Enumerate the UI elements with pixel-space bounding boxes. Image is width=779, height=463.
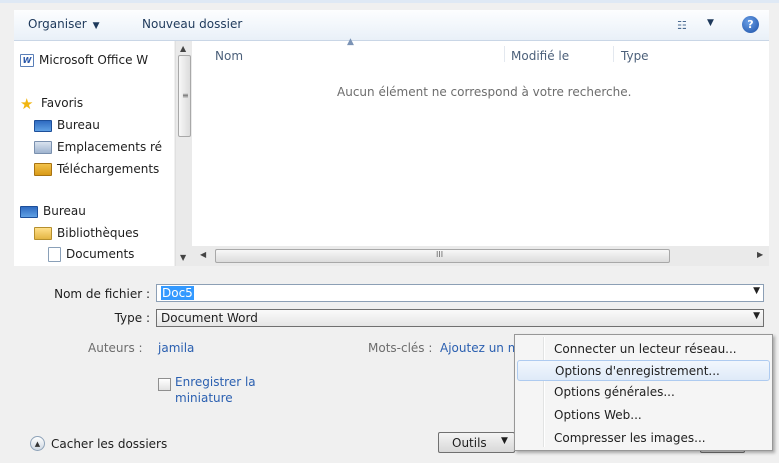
nav-item-label: Bureau: [57, 118, 100, 132]
nav-item-label: Microsoft Office W: [39, 53, 149, 67]
menu-item-label: Options générales...: [554, 385, 675, 399]
document-icon: [48, 247, 61, 262]
menu-item-label: Connecter un lecteur réseau...: [554, 342, 737, 356]
nav-item-label: Bureau: [43, 204, 86, 218]
tools-menu: Connecter un lecteur réseau... Options d…: [514, 334, 773, 451]
navigation-pane: W Microsoft Office W ★ Favoris Bureau Empl…: [14, 41, 174, 266]
authors-label: Auteurs :: [88, 341, 143, 355]
chevron-down-icon[interactable]: ▼: [753, 311, 760, 321]
filename-label: Nom de fichier :: [54, 287, 150, 301]
file-list-horizontal-scrollbar[interactable]: ◀ III ▶: [192, 246, 769, 266]
scrollbar-thumb[interactable]: III: [215, 249, 670, 263]
scroll-left-arrow-icon[interactable]: ◀: [200, 250, 206, 259]
column-header-modified[interactable]: Modifié le: [511, 49, 569, 63]
recent-places-icon: [34, 141, 52, 154]
file-type-value: Document Word: [161, 311, 258, 325]
column-header-type[interactable]: Type: [621, 49, 649, 63]
office-icon: W: [20, 54, 34, 67]
nav-item-downloads[interactable]: Téléchargements: [34, 159, 159, 179]
downloads-icon: [34, 163, 52, 176]
nav-item-libraries[interactable]: Bibliothèques: [34, 223, 139, 243]
filename-selected-text: Doc5: [161, 286, 194, 300]
save-thumbnail-label[interactable]: Enregistrer la miniature: [175, 374, 256, 406]
column-divider[interactable]: [613, 46, 614, 62]
filename-value: Doc5: [161, 286, 194, 300]
nav-item-documents[interactable]: Documents: [48, 244, 134, 264]
scroll-down-arrow-icon[interactable]: ▼: [180, 253, 186, 262]
keywords-label: Mots-clés :: [368, 341, 433, 355]
nav-item-favoris[interactable]: ★ Favoris: [20, 93, 83, 113]
nav-item-label: Emplacements ré: [57, 140, 163, 154]
column-header-name[interactable]: Nom: [215, 49, 243, 63]
menu-item-compress-pictures[interactable]: Compresser les images...: [517, 428, 770, 449]
desktop-icon: [20, 205, 38, 218]
file-type-select[interactable]: Document Word ▼: [156, 309, 764, 327]
menu-item-label: Compresser les images...: [554, 431, 706, 445]
organize-label: Organiser: [28, 17, 87, 31]
authors-value[interactable]: jamila: [158, 341, 194, 355]
nav-item-bureau[interactable]: Bureau: [20, 201, 86, 221]
save-thumbnail-label-line2: miniature: [175, 391, 233, 405]
save-thumbnail-label-line1: Enregistrer la: [175, 375, 256, 389]
nav-item-microsoft-office[interactable]: W Microsoft Office W: [20, 50, 148, 70]
column-divider[interactable]: [504, 46, 505, 62]
nav-item-label: Favoris: [41, 96, 84, 110]
menu-item-label: Options Web...: [554, 408, 642, 422]
grip-icon: III: [436, 250, 444, 259]
desktop-icon: [34, 119, 52, 132]
scroll-up-arrow-icon[interactable]: ▲: [180, 44, 186, 53]
list-view-icon[interactable]: ☷: [677, 19, 687, 32]
save-thumbnail-checkbox[interactable]: [158, 378, 171, 391]
nav-item-label: Téléchargements: [57, 162, 160, 176]
scrollbar-thumb[interactable]: ≡: [178, 55, 191, 137]
new-folder-button[interactable]: Nouveau dossier: [142, 17, 242, 31]
file-list[interactable]: Nom ▲ Modifié le Type Aucun élément ne c…: [192, 37, 769, 246]
filename-input[interactable]: Doc5 ▼: [156, 284, 764, 302]
scroll-right-arrow-icon[interactable]: ▶: [757, 250, 763, 259]
save-as-dialog: Organiser ▼ Nouveau dossier ☷ ▼ ? W Micros…: [0, 0, 779, 463]
navigation-vertical-scrollbar[interactable]: ▲ ≡ ▼: [175, 41, 192, 266]
keywords-input[interactable]: Ajoutez un m: [440, 341, 519, 355]
libraries-icon: [34, 227, 52, 240]
command-toolbar: Organiser ▼ Nouveau dossier ☷ ▼ ?: [14, 10, 769, 41]
hide-folders-button[interactable]: Cacher les dossiers: [51, 437, 167, 451]
type-label: Type :: [114, 311, 150, 325]
chevron-down-icon: ▼: [92, 21, 100, 31]
menu-item-general-options[interactable]: Options générales...: [517, 382, 770, 403]
sort-up-icon: ▲: [347, 37, 354, 47]
organize-button[interactable]: Organiser ▼: [28, 17, 100, 31]
nav-item-recent-places[interactable]: Emplacements ré: [34, 137, 162, 157]
help-icon[interactable]: ?: [742, 16, 759, 33]
nav-item-label: Bibliothèques: [57, 226, 139, 240]
star-icon: ★: [20, 94, 34, 113]
tools-button[interactable]: Outils ▼: [438, 432, 515, 453]
grip-icon: ≡: [182, 91, 189, 100]
empty-results-message: Aucun élément ne correspond à votre rech…: [337, 85, 632, 99]
collapse-up-icon[interactable]: ▲: [30, 436, 45, 451]
menu-item-label: Options d'enregistrement...: [555, 364, 720, 378]
menu-item-save-options[interactable]: Options d'enregistrement...: [517, 360, 770, 381]
tools-label: Outils: [452, 436, 487, 450]
chevron-down-icon: ▼: [501, 436, 508, 446]
nav-item-bureau-favorite[interactable]: Bureau: [34, 115, 100, 135]
nav-item-label: Documents: [66, 247, 135, 261]
menu-item-map-network-drive[interactable]: Connecter un lecteur réseau...: [517, 339, 770, 360]
view-options-chevron-down-icon[interactable]: ▼: [707, 18, 714, 28]
chevron-down-icon[interactable]: ▼: [753, 286, 760, 296]
menu-item-web-options[interactable]: Options Web...: [517, 405, 770, 426]
window-top-edge: [0, 0, 779, 3]
